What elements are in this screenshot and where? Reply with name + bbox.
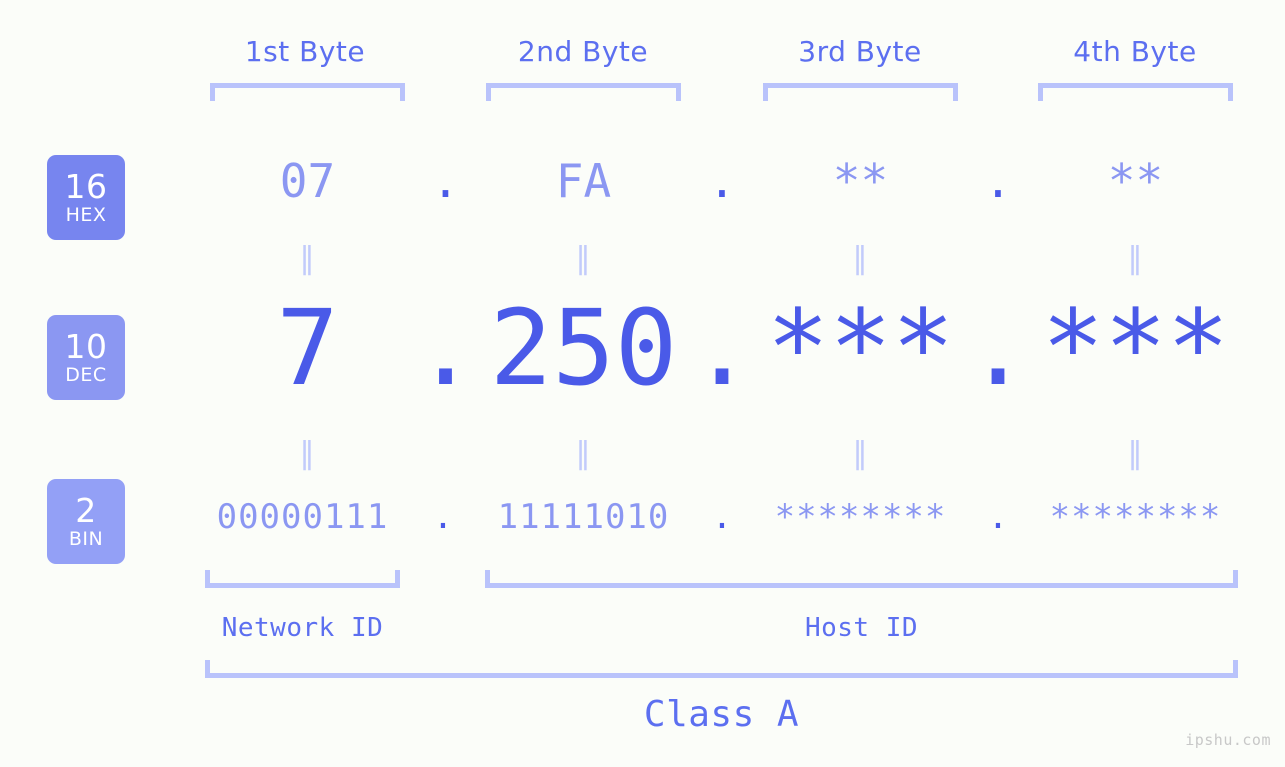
hex-separator-2: . [708,154,736,208]
radix-badge-hex-number: 16 [64,167,108,206]
byte-header-label-4: 4th Byte [1073,35,1197,68]
host-id-label: Host ID [804,613,919,643]
bin-separator-1: . [432,497,454,537]
class-bracket [205,660,1238,678]
byte-header-label-2: 2nd Byte [517,35,649,68]
bin-octet-2: 11111010 [497,497,670,537]
host-id-bracket [485,570,1238,588]
bin-separator-3: . [987,497,1009,537]
watermark: ipshu.com [1185,731,1271,749]
radix-badge-bin: 2 BIN [47,479,125,564]
radix-badge-hex-name: HEX [65,204,107,226]
dec-separator-1: . [414,287,477,409]
bin-separator-2: . [711,497,733,537]
dec-separator-2: . [690,287,754,409]
equals-bar-hex-dec-1: ‖ [299,241,316,276]
network-id-bracket [205,570,400,588]
equals-bar-dec-bin-4: ‖ [1127,436,1144,471]
byte-bracket-1 [210,83,405,101]
radix-badge-dec: 10 DEC [47,315,125,400]
bin-octet-3: ******** [774,497,947,537]
hex-octet-2: FA [555,154,612,208]
hex-separator-3: . [984,154,1012,208]
dec-octet-3: *** [766,287,955,409]
radix-badge-hex: 16 HEX [47,155,125,240]
dec-octet-4: *** [1041,287,1230,409]
byte-header-label-1: 1st Byte [244,35,366,68]
hex-separator-1: . [431,154,460,208]
equals-bar-hex-dec-3: ‖ [852,241,869,276]
equals-bar-hex-dec-2: ‖ [575,241,592,276]
ip-address-breakdown-diagram: 1st Byte 2nd Byte 3rd Byte 4th Byte 16 H… [0,0,1285,767]
radix-badge-dec-number: 10 [64,327,108,366]
dec-separator-3: . [966,287,1030,409]
dec-octet-2: 250 [489,287,678,409]
equals-bar-hex-dec-4: ‖ [1127,241,1144,276]
network-id-label: Network ID [221,613,384,643]
equals-bar-dec-bin-3: ‖ [852,436,869,471]
hex-octet-3: ** [832,154,889,208]
equals-bar-dec-bin-2: ‖ [575,436,592,471]
hex-octet-4: ** [1107,154,1164,208]
byte-bracket-4 [1038,83,1233,101]
byte-bracket-2 [486,83,681,101]
radix-badge-dec-name: DEC [65,364,107,386]
bin-octet-4: ******** [1049,497,1222,537]
equals-bar-dec-bin-1: ‖ [299,436,316,471]
byte-bracket-3 [763,83,958,101]
class-label: Class A [643,694,800,735]
radix-badge-bin-number: 2 [75,491,97,530]
hex-octet-1: 07 [279,154,336,208]
bin-octet-1: 00000111 [216,497,389,537]
byte-header-label-3: 3rd Byte [798,35,922,68]
radix-badge-bin-name: BIN [68,528,104,550]
dec-octet-1: 7 [276,287,339,409]
